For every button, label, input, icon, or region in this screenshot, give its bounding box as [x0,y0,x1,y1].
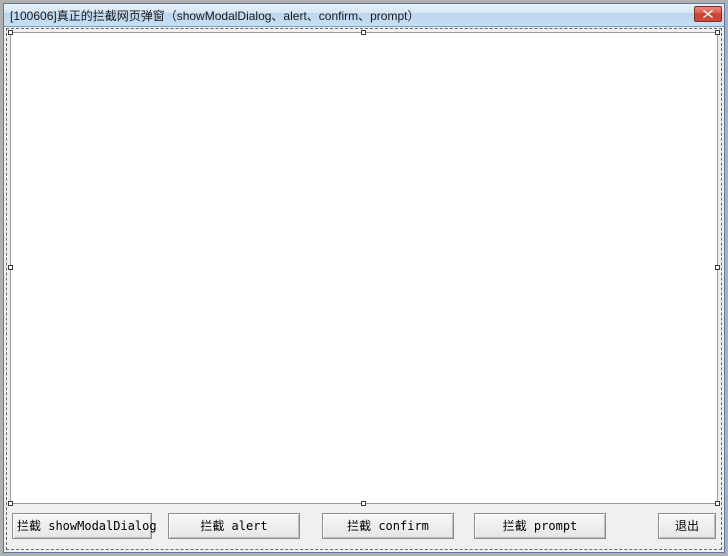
window-title: [100606]真正的拦截网页弹窗（showModalDialog、alert、… [4,7,419,24]
webbrowser-control[interactable] [10,32,718,504]
title-bar[interactable]: [100606]真正的拦截网页弹窗（showModalDialog、alert、… [4,4,724,27]
block-prompt-button[interactable]: 拦截 prompt [474,513,606,539]
resize-handle[interactable] [715,265,720,270]
button-row: 拦截 showModalDialog 拦截 alert 拦截 confirm 拦… [10,512,718,542]
exit-button[interactable]: 退出 [658,513,716,539]
resize-handle[interactable] [715,501,720,506]
resize-handle[interactable] [8,501,13,506]
resize-handle[interactable] [361,501,366,506]
resize-handle[interactable] [361,30,366,35]
design-surface: [100606]真正的拦截网页弹窗（showModalDialog、alert、… [2,2,726,554]
resize-handle[interactable] [8,30,13,35]
block-confirm-button[interactable]: 拦截 confirm [322,513,454,539]
close-button[interactable] [694,6,722,22]
close-icon [703,10,713,18]
block-showmodaldialog-button[interactable]: 拦截 showModalDialog [12,513,152,539]
dialog-window: [100606]真正的拦截网页弹窗（showModalDialog、alert、… [3,3,725,553]
resize-handle[interactable] [715,30,720,35]
resize-handle[interactable] [8,265,13,270]
block-alert-button[interactable]: 拦截 alert [168,513,300,539]
